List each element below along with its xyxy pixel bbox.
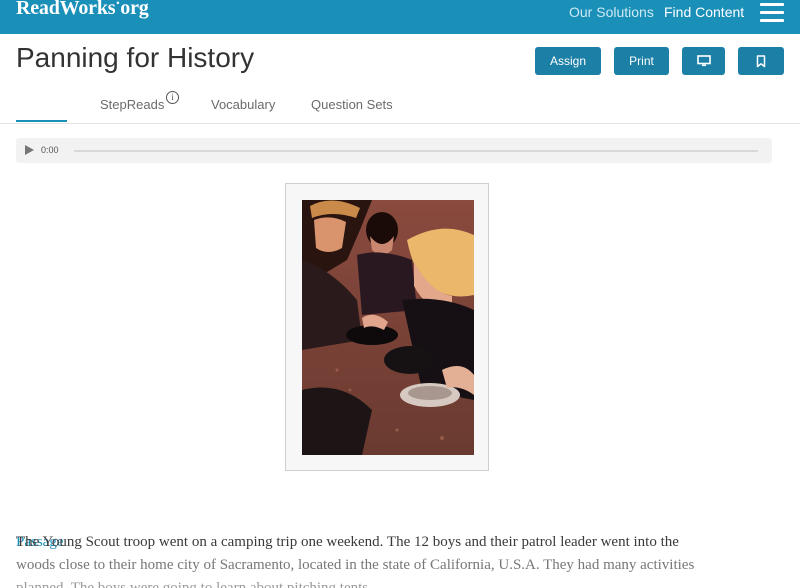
passage-line: woods close to their home city of Sacram… bbox=[16, 557, 695, 573]
logo-tld: org bbox=[120, 0, 149, 19]
audio-progress-bar[interactable] bbox=[74, 150, 758, 152]
tabs-divider bbox=[0, 123, 800, 124]
passage-image-frame bbox=[285, 183, 489, 471]
tab-stepreads[interactable]: StepReads bbox=[100, 97, 164, 112]
passage-text: The Young Scout troop went on a camping … bbox=[16, 531, 756, 588]
active-tab-indicator bbox=[16, 120, 67, 122]
tab-question-sets[interactable]: Question Sets bbox=[311, 97, 393, 112]
passage-line: planned. The boys were going to learn ab… bbox=[16, 580, 369, 588]
assign-button[interactable]: Assign bbox=[535, 47, 601, 75]
page-title: Panning for History bbox=[16, 42, 255, 73]
passage-photo bbox=[302, 200, 474, 455]
info-icon[interactable]: i bbox=[166, 91, 179, 104]
print-button[interactable]: Print bbox=[614, 47, 669, 75]
tab-vocabulary[interactable]: Vocabulary bbox=[211, 97, 275, 112]
bookmark-button[interactable] bbox=[738, 47, 784, 75]
monitor-icon bbox=[696, 55, 711, 67]
passage-line: The Young Scout troop went on a camping … bbox=[16, 534, 679, 550]
logo-dot: • bbox=[116, 0, 120, 9]
logo-name: ReadWorks bbox=[16, 0, 116, 19]
nav-find-content[interactable]: Find Content bbox=[664, 4, 744, 20]
bookmark-icon bbox=[756, 54, 766, 67]
nav-our-solutions[interactable]: Our Solutions bbox=[569, 4, 654, 20]
audio-player: 0:00 bbox=[16, 138, 772, 163]
photo-illustration bbox=[302, 200, 474, 455]
audio-time: 0:00 bbox=[41, 145, 59, 155]
play-icon[interactable] bbox=[25, 145, 34, 155]
monitor-button[interactable] bbox=[682, 47, 725, 75]
top-bar: ReadWorks•org Our Solutions Find Content bbox=[0, 0, 800, 34]
readworks-logo[interactable]: ReadWorks•org bbox=[16, 0, 149, 20]
hamburger-icon[interactable] bbox=[760, 2, 786, 22]
